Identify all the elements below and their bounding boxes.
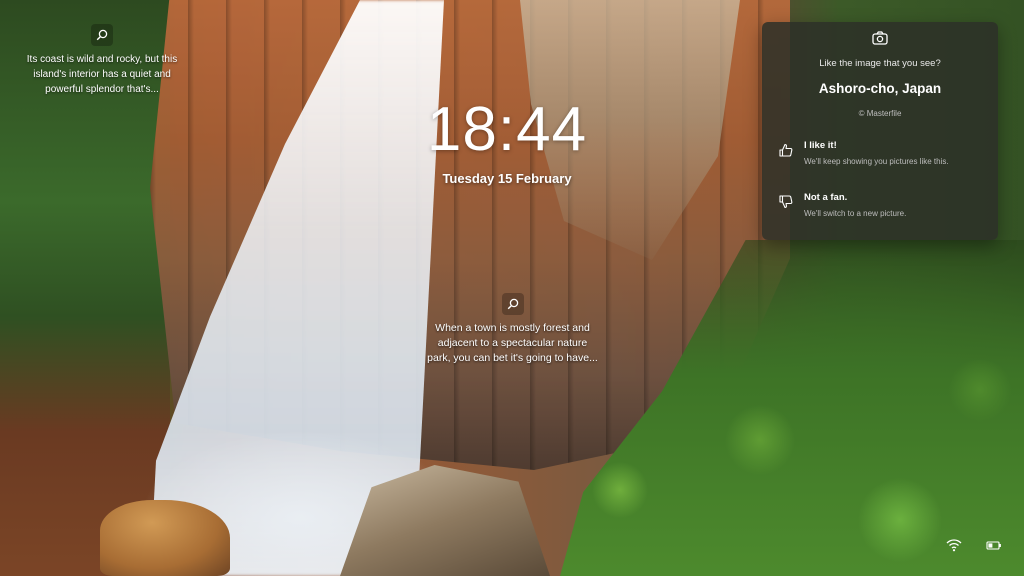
battery-icon[interactable] — [986, 538, 1002, 552]
spotlight-fact-text: Its coast is wild and rocky, but this is… — [26, 54, 178, 95]
like-option-subtitle: We'll keep showing you pictures like thi… — [804, 157, 949, 166]
spotlight-fact-text: When a town is mostly forest and adjacen… — [427, 322, 598, 364]
spotlight-feedback-flyout: Like the image that you see? Ashoro-cho,… — [762, 22, 998, 240]
wifi-icon[interactable] — [946, 538, 962, 552]
dislike-option-subtitle: We'll switch to a new picture. — [804, 209, 907, 218]
dislike-option[interactable]: Not a fan. We'll switch to a new picture… — [774, 192, 988, 226]
search-icon[interactable] — [91, 24, 113, 46]
spotlight-hotspot-left[interactable]: Its coast is wild and rocky, but this is… — [22, 24, 182, 97]
flyout-prompt: Like the image that you see? — [819, 58, 941, 69]
image-location: Ashoro-cho, Japan — [818, 81, 942, 96]
thumbs-down-icon — [779, 195, 793, 209]
dislike-option-title: Not a fan. — [804, 192, 848, 203]
thumbs-up-icon — [779, 143, 793, 157]
like-option[interactable]: I like it! We'll keep showing you pictur… — [774, 140, 988, 174]
boulder — [100, 500, 230, 576]
search-icon[interactable] — [501, 293, 524, 315]
like-option-title: I like it! — [804, 140, 837, 151]
lockscreen-time: 18:44 — [426, 95, 588, 164]
spotlight-hotspot-center[interactable]: When a town is mostly forest and adjacen… — [425, 293, 600, 366]
image-copyright: © Masterfile — [858, 109, 902, 118]
lockscreen-date: Tuesday 15 February — [442, 171, 572, 186]
camera-icon — [872, 31, 888, 45]
